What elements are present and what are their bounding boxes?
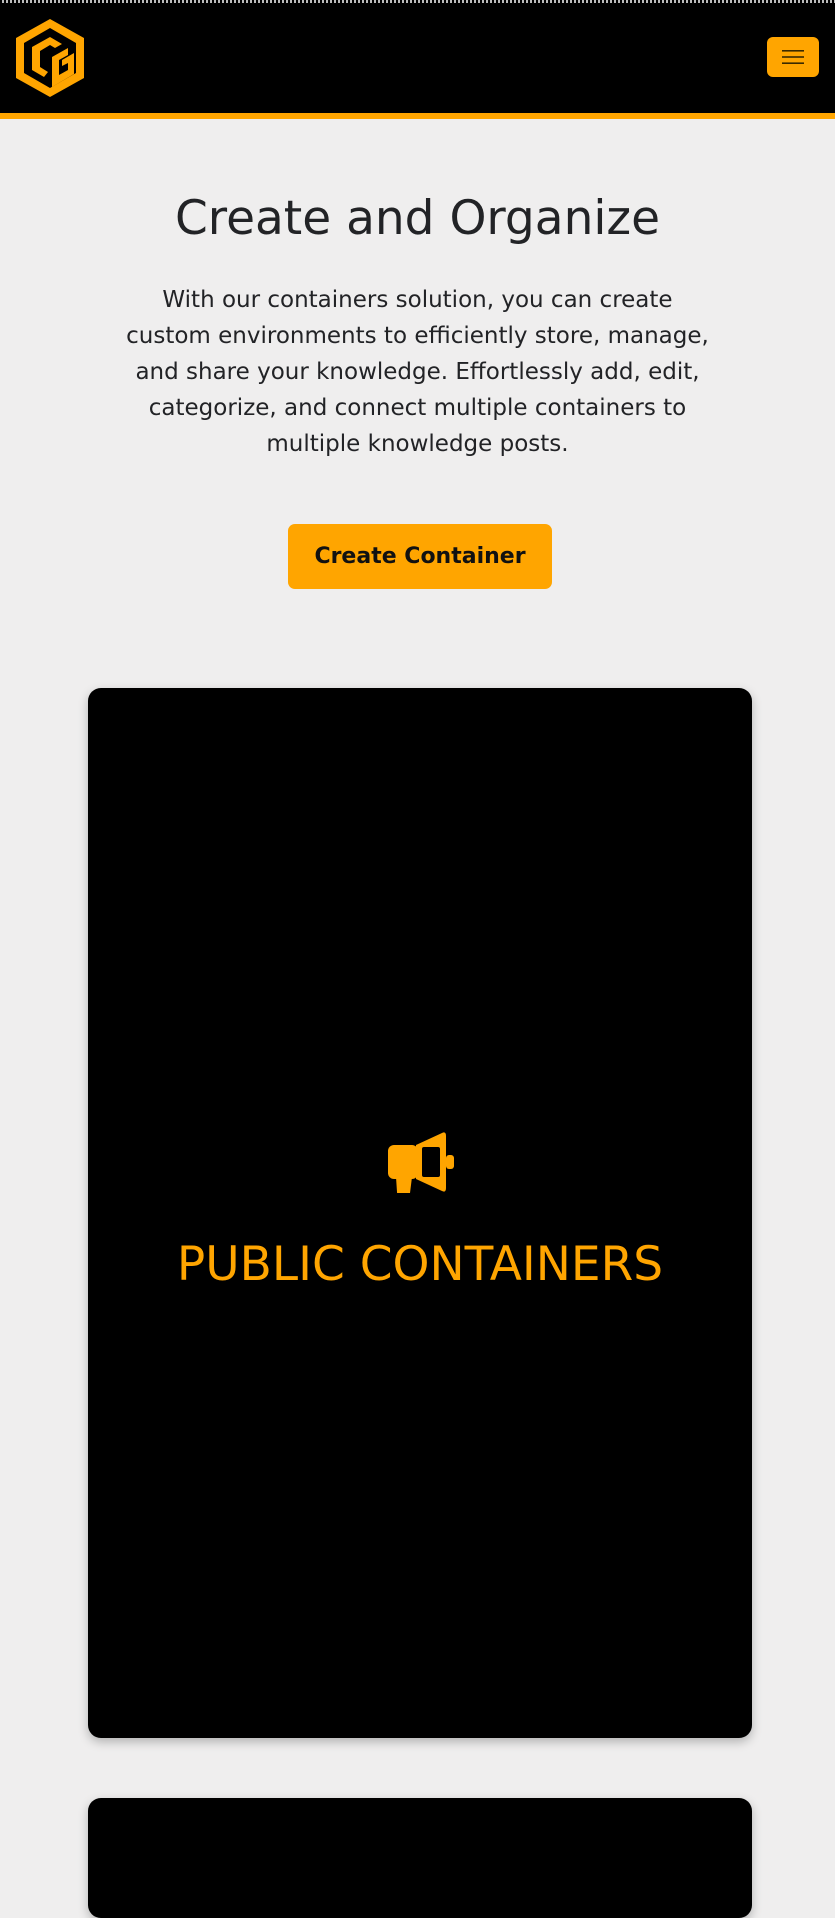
page-title: Create and Organize [174,191,661,246]
create-container-button[interactable]: Create Container [288,524,552,589]
hamburger-menu-icon [782,50,804,64]
hamburger-menu-button[interactable] [767,37,819,77]
public-containers-card[interactable]: PUBLIC CONTAINERS [88,688,752,1738]
cg-cube-logo-icon[interactable] [14,17,86,99]
containers-card[interactable] [88,1798,752,1918]
hero-description: With our containers solution, you can cr… [126,287,709,457]
card-title: PUBLIC CONTAINERS [176,1237,664,1292]
megaphone-icon [388,1132,454,1193]
navbar [0,3,835,119]
